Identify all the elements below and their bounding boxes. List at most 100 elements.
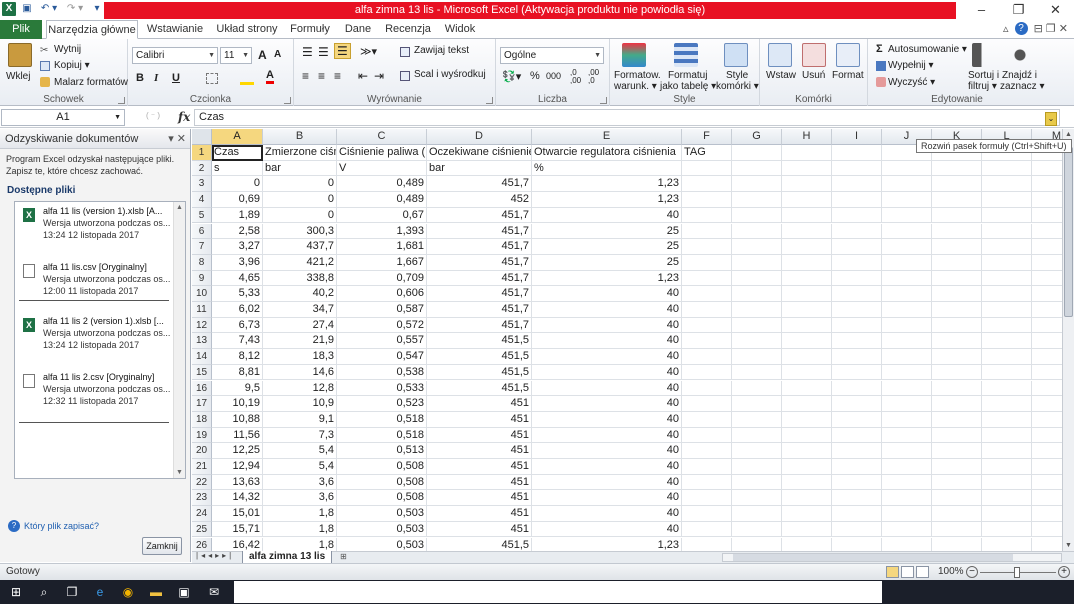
- cell-a2[interactable]: s: [212, 160, 263, 177]
- cell-j20[interactable]: [882, 443, 932, 459]
- cell-b20[interactable]: 5,4: [263, 443, 337, 459]
- which-file-help-link[interactable]: ? Który plik zapisać?: [8, 520, 99, 532]
- column-header-a[interactable]: A: [212, 129, 263, 145]
- cell-g10[interactable]: [732, 286, 782, 302]
- cell-i11[interactable]: [832, 302, 882, 318]
- cell-c19[interactable]: 0,518: [337, 427, 427, 444]
- merge-center-button[interactable]: Scal i wyśrodkuj: [414, 69, 486, 80]
- row-header[interactable]: 24: [192, 506, 212, 522]
- copy-button[interactable]: Kopiuj ▾: [54, 60, 90, 71]
- cell-c6[interactable]: 1,393: [337, 223, 427, 240]
- cell-k18[interactable]: [932, 411, 982, 428]
- cell-b12[interactable]: 27,4: [263, 317, 337, 334]
- number-launcher-icon[interactable]: [600, 97, 607, 104]
- cell-c17[interactable]: 0,523: [337, 396, 427, 412]
- column-header-g[interactable]: G: [732, 129, 782, 145]
- increase-decimal-button[interactable]: ,0 ,00: [570, 69, 586, 85]
- cell-h8[interactable]: [782, 254, 832, 271]
- cell-a24[interactable]: 15,01: [212, 506, 263, 522]
- cell-k11[interactable]: [932, 302, 982, 318]
- cell-j14[interactable]: [882, 349, 932, 365]
- cell-h12[interactable]: [782, 317, 832, 334]
- cell-m26[interactable]: [1032, 538, 1062, 552]
- row-header[interactable]: 14: [192, 349, 212, 365]
- cell-b9[interactable]: 338,8: [263, 270, 337, 287]
- cell-j8[interactable]: [882, 254, 932, 271]
- cell-j17[interactable]: [882, 396, 932, 412]
- cell-d21[interactable]: 451: [427, 459, 532, 475]
- align-middle-icon[interactable]: ☰: [318, 45, 329, 59]
- cell-f4[interactable]: [682, 192, 732, 208]
- binoculars-icon[interactable]: [1008, 43, 1032, 67]
- row-header[interactable]: 2: [192, 160, 212, 177]
- cell-h6[interactable]: [782, 223, 832, 240]
- column-header-i[interactable]: I: [832, 129, 882, 145]
- cell-m13[interactable]: [1032, 333, 1062, 350]
- cell-i10[interactable]: [832, 286, 882, 302]
- align-bottom-icon[interactable]: ☰: [334, 43, 351, 59]
- cell-c14[interactable]: 0,547: [337, 349, 427, 365]
- sort-filter-icon[interactable]: [972, 43, 996, 67]
- recovered-file-item[interactable]: X alfa 11 lis 2 (version 1).xlsb [... We…: [19, 316, 170, 366]
- cell-h1[interactable]: [782, 145, 832, 161]
- row-header[interactable]: 26: [192, 537, 212, 551]
- cell-a20[interactable]: 12,25: [212, 443, 263, 459]
- cell-e9[interactable]: 1,23: [532, 270, 682, 287]
- cell-m16[interactable]: [1032, 381, 1062, 397]
- cell-g14[interactable]: [732, 349, 782, 365]
- mail-icon[interactable]: ✉: [206, 584, 222, 600]
- cell-h26[interactable]: [782, 537, 832, 551]
- format-as-table-button[interactable]: Formatuj: [668, 70, 707, 81]
- cell-m2[interactable]: [1032, 161, 1062, 177]
- row-header[interactable]: 17: [192, 396, 212, 412]
- row-header[interactable]: 11: [192, 302, 212, 318]
- cell-l12[interactable]: [982, 317, 1032, 334]
- cell-k7[interactable]: [932, 239, 982, 255]
- borders-icon[interactable]: [206, 73, 218, 84]
- cell-i16[interactable]: [832, 380, 882, 397]
- cell-f22[interactable]: [682, 474, 732, 491]
- cell-h13[interactable]: [782, 333, 832, 350]
- cell-e22[interactable]: 40: [532, 474, 682, 491]
- cell-g7[interactable]: [732, 239, 782, 255]
- cell-c18[interactable]: 0,518: [337, 411, 427, 428]
- decrease-indent-icon[interactable]: ⇤: [358, 69, 368, 83]
- help-icon[interactable]: ?: [1014, 22, 1028, 35]
- cell-e18[interactable]: 40: [532, 411, 682, 428]
- cell-i12[interactable]: [832, 317, 882, 334]
- column-header-e[interactable]: E: [532, 129, 682, 145]
- cell-a1[interactable]: Czas: [212, 145, 263, 161]
- taskbar-search-box[interactable]: [234, 581, 882, 603]
- cell-f24[interactable]: [682, 506, 732, 522]
- cell-a23[interactable]: 14,32: [212, 490, 263, 507]
- format-as-table-icon[interactable]: [674, 43, 698, 67]
- cell-f9[interactable]: [682, 270, 732, 287]
- autosum-button[interactable]: Autosumowanie ▾: [888, 44, 967, 55]
- cell-e7[interactable]: 25: [532, 239, 682, 255]
- cell-a11[interactable]: 6,02: [212, 302, 263, 318]
- cell-e4[interactable]: 1,23: [532, 192, 682, 208]
- paste-icon[interactable]: [8, 43, 32, 67]
- cell-h23[interactable]: [782, 490, 832, 507]
- cell-l8[interactable]: [982, 254, 1032, 271]
- cell-d20[interactable]: 451: [427, 443, 532, 459]
- cell-a9[interactable]: 4,65: [212, 270, 263, 287]
- cell-a13[interactable]: 7,43: [212, 333, 263, 350]
- cell-m4[interactable]: [1032, 192, 1062, 208]
- cell-a19[interactable]: 11,56: [212, 427, 263, 444]
- row-header[interactable]: 16: [192, 380, 212, 397]
- sort-filter-button-2[interactable]: filtruj ▾: [968, 81, 997, 92]
- format-button[interactable]: Format: [832, 70, 864, 81]
- recovered-file-item[interactable]: alfa 11 lis.csv [Oryginalny] Wersja utwo…: [19, 262, 170, 312]
- cell-c5[interactable]: 0,67: [337, 207, 427, 224]
- cell-m22[interactable]: [1032, 475, 1062, 491]
- cell-b11[interactable]: 34,7: [263, 302, 337, 318]
- cell-b1[interactable]: Zmierzone ciśn: [263, 145, 337, 161]
- cell-c11[interactable]: 0,587: [337, 302, 427, 318]
- windows-start-icon[interactable]: ⊞: [8, 584, 24, 600]
- format-painter-button[interactable]: Malarz formatów: [54, 77, 128, 88]
- cell-d10[interactable]: 451,7: [427, 286, 532, 302]
- cell-d4[interactable]: 452: [427, 192, 532, 208]
- cell-d22[interactable]: 451: [427, 474, 532, 491]
- cell-h20[interactable]: [782, 443, 832, 459]
